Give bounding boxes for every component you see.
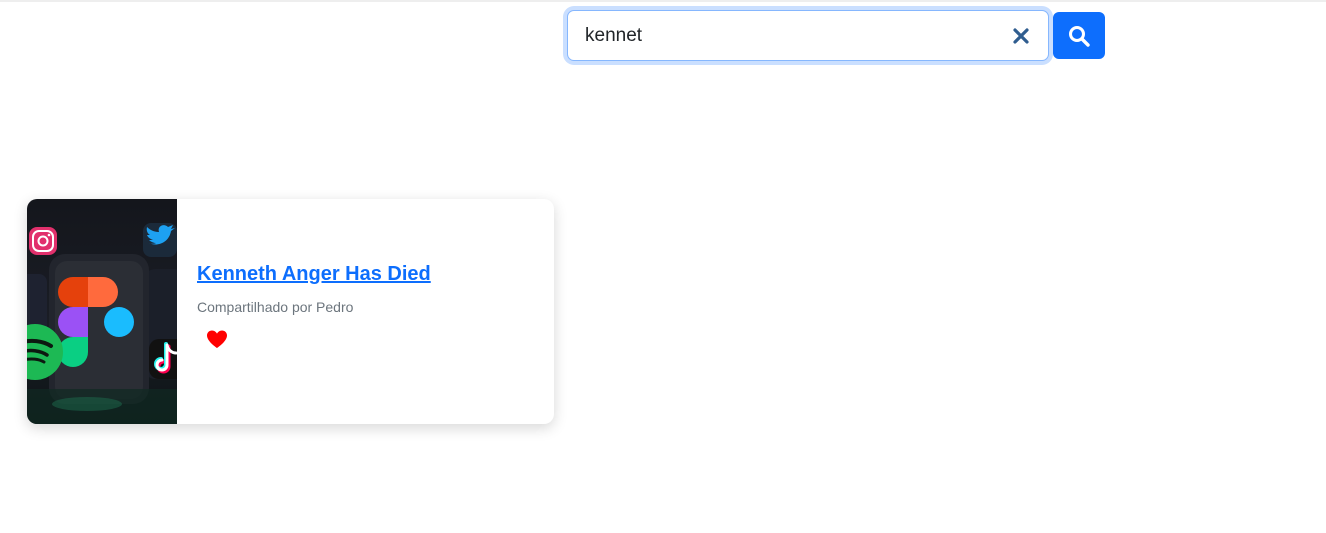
result-card: Kenneth Anger Has Died Compartilhado por… xyxy=(27,199,554,424)
search-input[interactable] xyxy=(568,11,998,60)
close-icon[interactable] xyxy=(1008,23,1034,49)
tiktok-icon xyxy=(149,339,177,379)
search-box[interactable] xyxy=(567,10,1049,61)
shared-by-text: Compartilhado por Pedro xyxy=(197,299,354,315)
result-card-body: Kenneth Anger Has Died Compartilhado por… xyxy=(197,199,537,424)
heart-icon[interactable] xyxy=(205,328,229,350)
top-border xyxy=(0,0,1326,2)
instagram-icon xyxy=(29,227,57,255)
twitter-icon xyxy=(143,223,177,257)
search-button[interactable] xyxy=(1053,12,1105,59)
search-icon xyxy=(1069,26,1090,47)
result-title-link[interactable]: Kenneth Anger Has Died xyxy=(197,263,431,286)
result-thumbnail xyxy=(27,199,177,424)
